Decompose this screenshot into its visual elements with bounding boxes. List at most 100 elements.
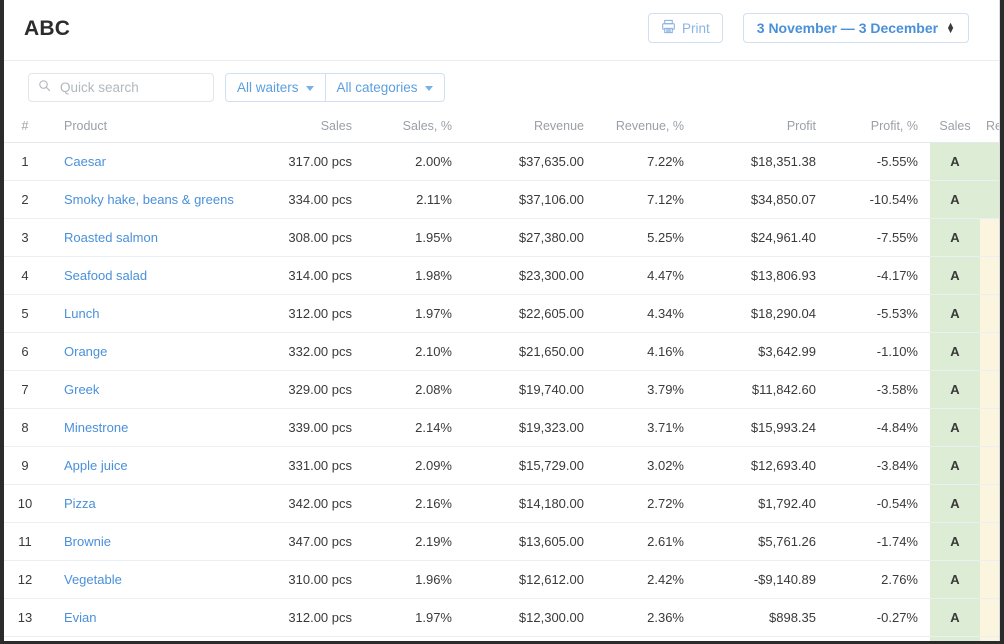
- profit-cell: $13,806.93: [698, 257, 830, 295]
- grade-revenue-cell: B: [980, 637, 1000, 642]
- product-link[interactable]: Pizza: [64, 496, 96, 511]
- table-header: # Product Sales Sales, % Revenue Revenue…: [4, 115, 1000, 143]
- chevron-down-icon: [306, 86, 314, 91]
- search-icon: [38, 79, 51, 97]
- sales-cell: 331.00 pcs: [246, 447, 366, 485]
- search-box[interactable]: [28, 73, 214, 102]
- product-link[interactable]: Greek: [64, 382, 99, 397]
- grade-revenue-cell: B: [980, 523, 1000, 561]
- product-cell: Roasted salmon: [46, 219, 246, 257]
- product-link[interactable]: Roasted salmon: [64, 230, 158, 245]
- date-range-label: 3 November — 3 December: [757, 20, 938, 36]
- revenue-cell: $14,180.00: [466, 485, 598, 523]
- profit-cell: $18,351.38: [698, 143, 830, 181]
- all-categories-label: All categories: [337, 80, 418, 95]
- column-header-sales-pct[interactable]: Sales, %: [366, 115, 466, 143]
- row-index: 10: [4, 485, 46, 523]
- grade-sales-cell: A: [930, 181, 980, 219]
- revenue-pct-cell: 7.12%: [598, 181, 698, 219]
- product-link[interactable]: Caesar: [64, 154, 106, 169]
- product-cell: Smoky hake, beans & greens: [46, 181, 246, 219]
- sales-cell: 312.00 pcs: [246, 295, 366, 333]
- grade-revenue-cell: B: [980, 485, 1000, 523]
- table-header-row: # Product Sales Sales, % Revenue Revenue…: [4, 115, 1000, 143]
- column-header-index[interactable]: #: [4, 115, 46, 143]
- grade-sales-cell: A: [930, 637, 980, 642]
- column-header-revenue-pct[interactable]: Revenue, %: [598, 115, 698, 143]
- product-link[interactable]: Evian: [64, 610, 97, 625]
- revenue-cell: $37,635.00: [466, 143, 598, 181]
- profit-pct-cell: -3.58%: [830, 371, 930, 409]
- profit-cell: $3,642.99: [698, 333, 830, 371]
- column-header-sales[interactable]: Sales: [246, 115, 366, 143]
- column-header-grade-sales[interactable]: Sales: [930, 115, 980, 143]
- search-input[interactable]: [58, 79, 204, 96]
- table-row: 1Caesar317.00 pcs2.00%$37,635.007.22%$18…: [4, 143, 1000, 181]
- sales-pct-cell: 2.14%: [366, 409, 466, 447]
- product-link[interactable]: Minestrone: [64, 420, 128, 435]
- product-cell: Apple juice: [46, 447, 246, 485]
- profit-cell: $18,290.04: [698, 295, 830, 333]
- profit-cell: $15,993.24: [698, 409, 830, 447]
- sales-pct-cell: 2.16%: [366, 485, 466, 523]
- sales-cell: 326.00 pcs: [246, 637, 366, 642]
- row-index: 11: [4, 523, 46, 561]
- product-cell: Borsch: [46, 637, 246, 642]
- profit-pct-cell: -5.55%: [830, 143, 930, 181]
- grade-revenue-cell: B: [980, 371, 1000, 409]
- revenue-cell: $19,323.00: [466, 409, 598, 447]
- profit-cell: $898.35: [698, 599, 830, 637]
- table-row: 10Pizza342.00 pcs2.16%$14,180.002.72%$1,…: [4, 485, 1000, 523]
- product-link[interactable]: Seafood salad: [64, 268, 147, 283]
- print-button[interactable]: Print: [648, 13, 723, 43]
- grade-revenue-cell: B: [980, 447, 1000, 485]
- sales-cell: 329.00 pcs: [246, 371, 366, 409]
- product-link[interactable]: Orange: [64, 344, 107, 359]
- product-link[interactable]: Lunch: [64, 306, 99, 321]
- revenue-cell: $12,300.00: [466, 599, 598, 637]
- product-cell: Evian: [46, 599, 246, 637]
- profit-pct-cell: -10.54%: [830, 181, 930, 219]
- product-link[interactable]: Brownie: [64, 534, 111, 549]
- all-categories-filter[interactable]: All categories: [326, 73, 445, 102]
- column-header-profit-pct[interactable]: Profit, %: [830, 115, 930, 143]
- profit-cell: $34,850.07: [698, 181, 830, 219]
- table-row: 7Greek329.00 pcs2.08%$19,740.003.79%$11,…: [4, 371, 1000, 409]
- product-cell: Brownie: [46, 523, 246, 561]
- table-row: 8Minestrone339.00 pcs2.14%$19,323.003.71…: [4, 409, 1000, 447]
- product-link[interactable]: Vegetable: [64, 572, 122, 587]
- filter-button-group: All waiters All categories: [225, 73, 445, 102]
- table-row: 6Orange332.00 pcs2.10%$21,650.004.16%$3,…: [4, 333, 1000, 371]
- all-waiters-filter[interactable]: All waiters: [225, 73, 326, 102]
- revenue-cell: $15,729.00: [466, 447, 598, 485]
- grade-sales-cell: A: [930, 599, 980, 637]
- revenue-pct-cell: 4.34%: [598, 295, 698, 333]
- grade-sales-cell: A: [930, 523, 980, 561]
- column-header-revenue[interactable]: Revenue: [466, 115, 598, 143]
- column-header-profit[interactable]: Profit: [698, 115, 830, 143]
- sales-pct-cell: 1.95%: [366, 219, 466, 257]
- grade-revenue-cell: B: [980, 409, 1000, 447]
- profit-pct-cell: -3.84%: [830, 447, 930, 485]
- grade-revenue-cell: B: [980, 333, 1000, 371]
- table-row: 4Seafood salad314.00 pcs1.98%$23,300.004…: [4, 257, 1000, 295]
- revenue-pct-cell: 2.36%: [598, 599, 698, 637]
- grade-sales-cell: A: [930, 409, 980, 447]
- profit-pct-cell: -7.55%: [830, 219, 930, 257]
- table-row: 5Lunch312.00 pcs1.97%$22,605.004.34%$18,…: [4, 295, 1000, 333]
- revenue-cell: $11,832.00: [466, 637, 598, 642]
- column-header-product[interactable]: Product: [46, 115, 246, 143]
- column-header-grade-revenue[interactable]: Revenue: [980, 115, 1000, 143]
- row-index: 8: [4, 409, 46, 447]
- row-index: 7: [4, 371, 46, 409]
- product-link[interactable]: Apple juice: [64, 458, 128, 473]
- date-range-picker[interactable]: 3 November — 3 December ▲▼: [743, 13, 969, 43]
- revenue-pct-cell: 3.02%: [598, 447, 698, 485]
- product-link[interactable]: Smoky hake, beans & greens: [64, 192, 234, 207]
- grade-sales-cell: A: [930, 295, 980, 333]
- product-cell: Pizza: [46, 485, 246, 523]
- row-index: 12: [4, 561, 46, 599]
- table-row: 13Evian312.00 pcs1.97%$12,300.002.36%$89…: [4, 599, 1000, 637]
- printer-icon: [661, 19, 676, 37]
- product-cell: Vegetable: [46, 561, 246, 599]
